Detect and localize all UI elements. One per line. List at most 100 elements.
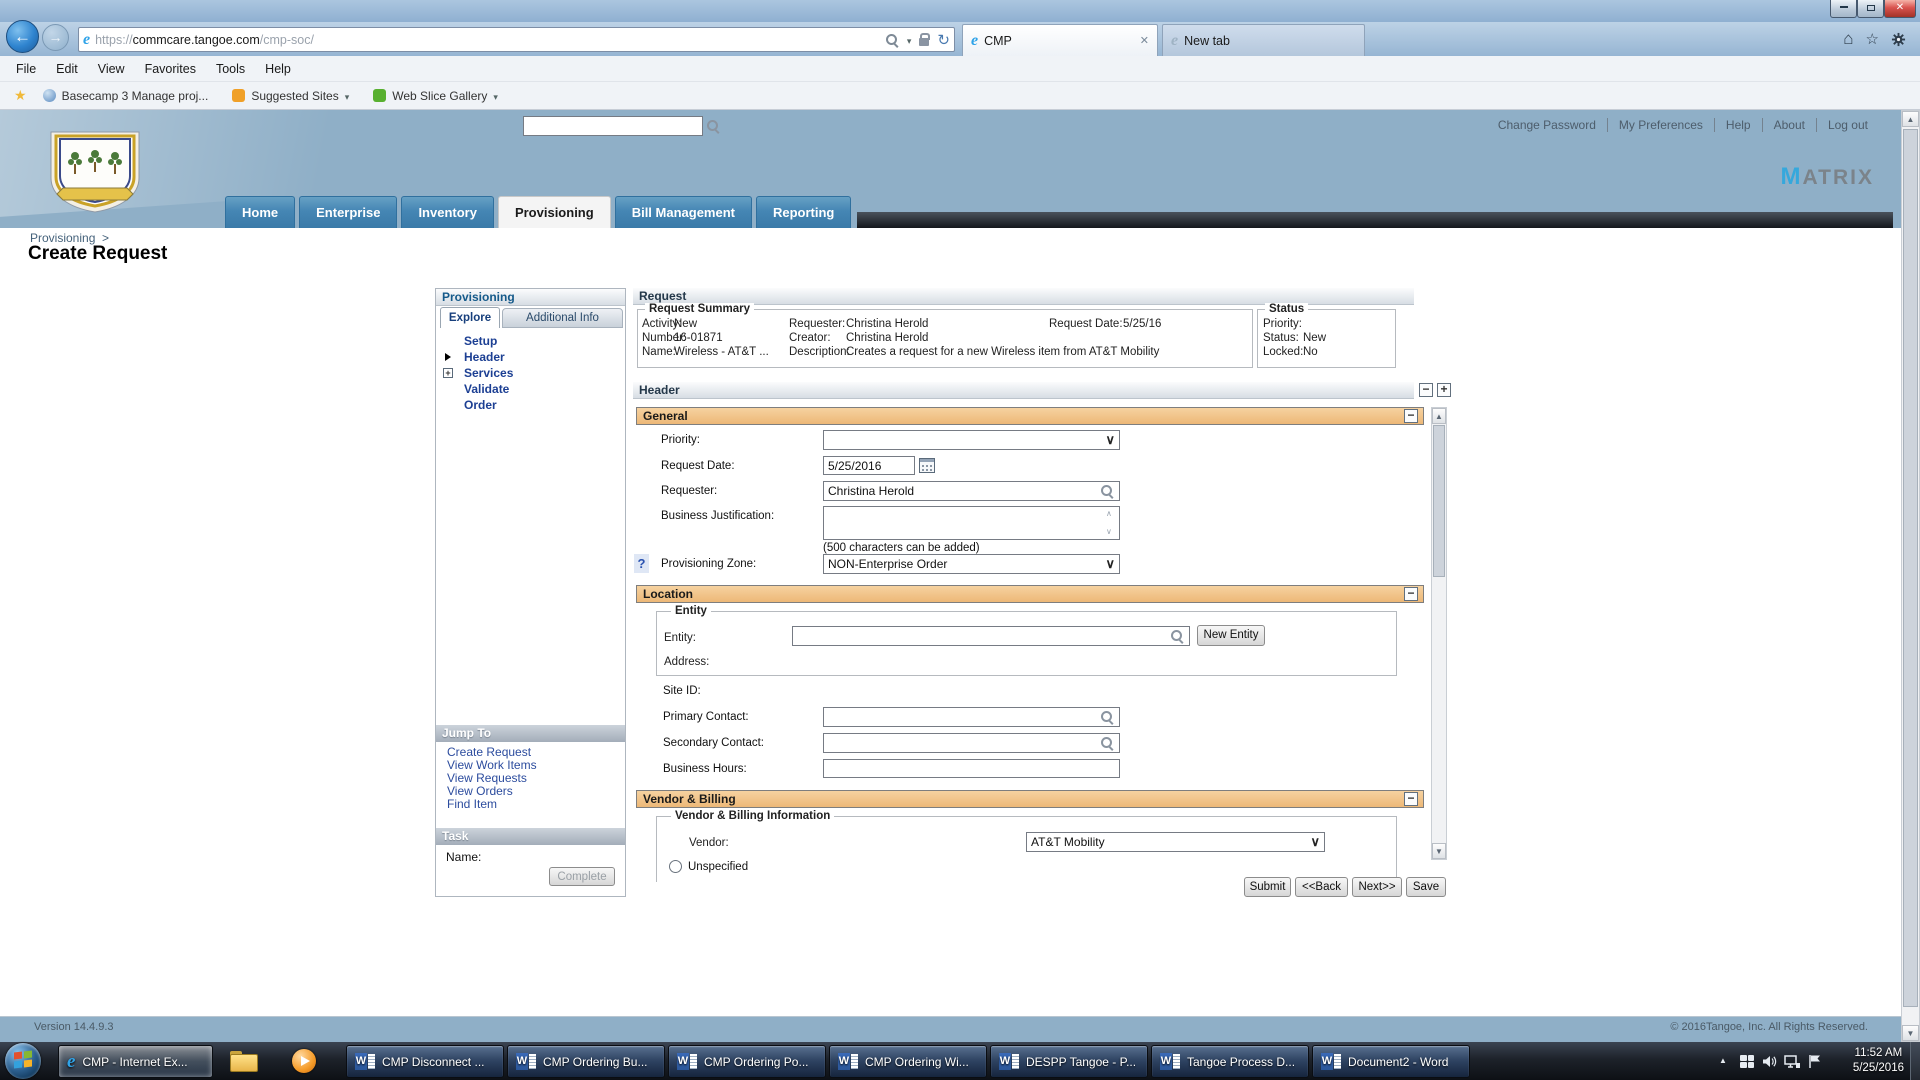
favorite-web-slice-gallery[interactable]: Web Slice Gallery (361, 82, 510, 110)
menu-help[interactable]: Help (255, 56, 301, 82)
secondary-contact-lookup-icon[interactable] (1100, 736, 1114, 750)
tree-item-header[interactable]: Header (436, 349, 625, 365)
menu-edit[interactable]: Edit (46, 56, 88, 82)
scroll-up-icon[interactable]: ∧ (1106, 510, 1112, 518)
taskbar-explorer-icon[interactable] (230, 1051, 256, 1070)
nav-tab-inventory[interactable]: Inventory (401, 196, 494, 228)
location-section-bar[interactable]: Location (636, 585, 1424, 603)
address-bar[interactable]: e https://commcare.tangoe.com/cmp-soc/ ↻ (78, 27, 955, 52)
change-password-link[interactable]: Change Password (1487, 118, 1608, 132)
favorite-basecamp[interactable]: Basecamp 3 Manage proj... (31, 82, 221, 110)
general-collapse-icon[interactable]: − (1404, 409, 1418, 423)
tree-item-services[interactable]: Services (436, 365, 625, 381)
window-close-button[interactable]: ✕ (1884, 0, 1916, 18)
taskbar-word-button-5[interactable]: DESPP Tangoe - P... (990, 1045, 1148, 1078)
vendor-select[interactable]: AT&T Mobility (1026, 832, 1325, 852)
browser-scrollbar[interactable]: ▲ ▼ (1901, 110, 1920, 1042)
portal-search-input[interactable] (523, 116, 703, 136)
back-button-form[interactable]: <<Back (1295, 877, 1348, 897)
menu-view[interactable]: View (88, 56, 135, 82)
tab-close-icon[interactable]: ✕ (1140, 34, 1149, 47)
new-entity-button[interactable]: New Entity (1197, 625, 1265, 646)
save-button[interactable]: Save (1406, 877, 1446, 897)
home-icon[interactable]: ⌂ (1843, 29, 1853, 49)
search-icon[interactable] (885, 33, 899, 47)
tray-expand-icon[interactable]: ▲ (1719, 1056, 1727, 1065)
priority-select[interactable] (823, 430, 1120, 450)
expand-all-icon[interactable]: + (1437, 383, 1451, 397)
scroll-down-icon[interactable]: ∨ (1106, 528, 1112, 536)
back-button[interactable]: ← (6, 20, 39, 53)
logout-link[interactable]: Log out (1817, 118, 1868, 132)
nav-tab-reporting[interactable]: Reporting (756, 196, 851, 228)
submit-button[interactable]: Submit (1244, 877, 1291, 897)
taskbar-word-button-6[interactable]: Tangoe Process D... (1151, 1045, 1309, 1078)
menu-favorites[interactable]: Favorites (135, 56, 206, 82)
calendar-icon[interactable] (919, 458, 935, 473)
collapse-all-icon[interactable]: − (1419, 383, 1433, 397)
tray-action-center-flag-icon[interactable] (1808, 1054, 1821, 1069)
expand-plus-icon[interactable] (443, 368, 453, 378)
entity-lookup-icon[interactable] (1170, 629, 1184, 643)
requester-input[interactable] (823, 481, 1120, 501)
refresh-icon[interactable]: ↻ (937, 31, 950, 49)
next-button[interactable]: Next>> (1352, 877, 1402, 897)
general-section-bar[interactable]: General (636, 407, 1424, 425)
secondary-contact-input[interactable] (823, 733, 1120, 753)
nav-tab-bill-management[interactable]: Bill Management (615, 196, 752, 228)
portal-search-icon[interactable] (706, 119, 720, 133)
panel-scrollbar-thumb[interactable] (1433, 425, 1445, 577)
browser-tab-cmp[interactable]: e CMP ✕ (962, 24, 1158, 56)
my-preferences-link[interactable]: My Preferences (1608, 118, 1715, 132)
help-link[interactable]: Help (1715, 118, 1763, 132)
gear-icon[interactable] (1891, 32, 1906, 47)
scrollbar-up-icon[interactable]: ▲ (1432, 408, 1446, 424)
tray-volume-icon[interactable] (1762, 1055, 1777, 1068)
location-collapse-icon[interactable]: − (1404, 587, 1418, 601)
panel-scrollbar[interactable]: ▲ ▼ (1431, 407, 1447, 860)
nav-tab-home[interactable]: Home (225, 196, 295, 228)
business-hours-input[interactable] (823, 759, 1120, 778)
tree-item-validate[interactable]: Validate (436, 381, 625, 397)
browser-tab-new[interactable]: e New tab (1162, 24, 1365, 56)
nav-tab-enterprise[interactable]: Enterprise (299, 196, 397, 228)
browser-scrollbar-up-icon[interactable]: ▲ (1902, 111, 1919, 127)
favorite-suggested-sites[interactable]: Suggested Sites (220, 82, 361, 110)
scrollbar-down-icon[interactable]: ▼ (1432, 843, 1446, 859)
help-icon[interactable]: ? (634, 554, 649, 573)
taskbar-word-button-3[interactable]: CMP Ordering Po... (668, 1045, 826, 1078)
favorites-star-icon[interactable]: ☆ (1866, 30, 1879, 48)
tab-additional-info[interactable]: Additional Info (502, 308, 623, 328)
taskbar-media-player-icon[interactable] (292, 1049, 316, 1073)
about-link[interactable]: About (1763, 118, 1817, 132)
entity-input[interactable] (792, 626, 1190, 646)
add-favorite-star-icon[interactable]: ★ (10, 87, 31, 104)
tree-item-setup[interactable]: Setup (436, 333, 625, 349)
vendor-collapse-icon[interactable]: − (1404, 792, 1418, 806)
show-desktop-button[interactable] (1910, 1042, 1920, 1080)
tree-item-order[interactable]: Order (436, 397, 625, 413)
taskbar-clock[interactable]: 11:52 AM 5/25/2016 (1853, 1046, 1904, 1076)
taskbar-word-button-7[interactable]: Document2 - Word (1312, 1045, 1470, 1078)
provisioning-zone-select[interactable]: NON-Enterprise Order (823, 554, 1120, 574)
primary-contact-input[interactable] (823, 707, 1120, 727)
start-button[interactable] (5, 1043, 41, 1079)
browser-scrollbar-thumb[interactable] (1903, 129, 1918, 1007)
complete-button[interactable]: Complete (549, 867, 615, 886)
search-dropdown-caret-icon[interactable] (907, 33, 912, 47)
request-date-input[interactable] (823, 456, 915, 475)
link-find-item[interactable]: Find Item (436, 798, 625, 811)
taskbar-word-button-1[interactable]: CMP Disconnect ... (346, 1045, 504, 1078)
requester-lookup-icon[interactable] (1100, 484, 1114, 498)
business-justification-textarea[interactable] (823, 506, 1120, 540)
menu-file[interactable]: File (6, 56, 46, 82)
window-minimize-button[interactable] (1830, 0, 1857, 18)
taskbar-word-button-2[interactable]: CMP Ordering Bu... (507, 1045, 665, 1078)
unspecified-radio[interactable] (669, 860, 682, 873)
window-maximize-button[interactable] (1857, 0, 1884, 18)
browser-scrollbar-down-icon[interactable]: ▼ (1902, 1025, 1919, 1041)
vendor-billing-section-bar[interactable]: Vendor & Billing (636, 790, 1424, 808)
tray-windows-icon[interactable] (1740, 1055, 1754, 1068)
taskbar-word-button-4[interactable]: CMP Ordering Wi... (829, 1045, 987, 1078)
forward-button[interactable]: → (42, 24, 69, 51)
